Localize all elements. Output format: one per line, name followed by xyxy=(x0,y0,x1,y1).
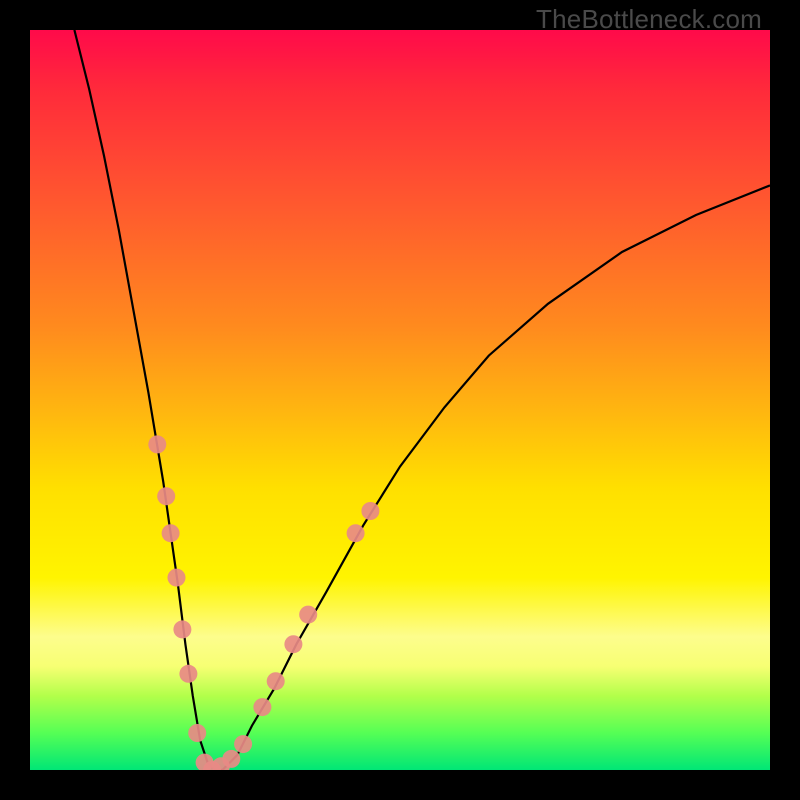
chart-background-gradient xyxy=(30,30,770,770)
chart-frame xyxy=(30,30,770,770)
watermark-text: TheBottleneck.com xyxy=(536,4,762,35)
